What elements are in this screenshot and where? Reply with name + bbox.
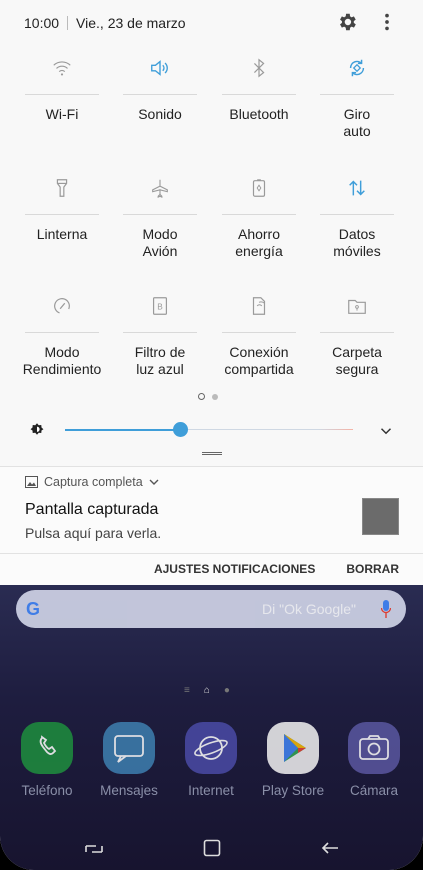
app-label: Play Store (261, 783, 325, 798)
tile-label: Sonido (138, 106, 182, 122)
notification-header: Captura completa (25, 475, 159, 489)
app-label: Teléfono (21, 783, 73, 798)
brightness-track (180, 429, 353, 430)
notification-divider (0, 553, 423, 554)
tile-label: Linterna (36, 226, 88, 242)
app-label: Internet (188, 783, 234, 798)
chevron-down-icon[interactable] (376, 422, 396, 440)
tile-label: Bluetooth (229, 106, 289, 122)
play-store-icon (284, 734, 306, 762)
tile-label: Conexión compartida (224, 344, 294, 377)
brightness-fill (65, 429, 181, 431)
clock: 10:00 (24, 15, 60, 31)
flashlight-icon (56, 179, 68, 197)
internet-icon (194, 736, 228, 760)
page-indicator (198, 393, 218, 400)
menu-page-indicator: ≡ (184, 685, 190, 696)
home-page-indicator: ≡ ⌂ ● (184, 685, 230, 696)
brightness-slider[interactable] (65, 422, 353, 437)
gauge-icon (54, 298, 70, 314)
wifi-icon (53, 61, 71, 76)
tile-label: Modo Avión (142, 226, 178, 259)
secure-folder-icon (348, 299, 366, 314)
page-dot: ● (223, 685, 230, 696)
more-vert-icon[interactable] (376, 11, 398, 33)
battery-icon (252, 179, 266, 197)
notification-settings-button[interactable]: AJUSTES NOTIFICACIONES (154, 562, 315, 576)
clear-button[interactable]: BORRAR (346, 562, 399, 576)
drag-handle[interactable] (202, 452, 222, 455)
tile-divider (25, 332, 99, 333)
tile-label: Datos móviles (333, 226, 381, 259)
recent-apps-icon[interactable] (84, 838, 104, 858)
tile-divider (222, 332, 296, 333)
brightness-thumb[interactable] (173, 422, 189, 437)
tile-label: Filtro de luz azul (134, 344, 186, 377)
tile-label: Carpeta segura (332, 344, 382, 377)
app-internet[interactable] (185, 722, 237, 774)
screenshot-notification[interactable]: Captura completa Pantalla capturada Puls… (0, 466, 423, 586)
tile-divider (222, 214, 296, 215)
home-button-icon[interactable] (202, 838, 222, 858)
tile-label: Modo Rendimiento (22, 344, 102, 377)
tile-divider (25, 214, 99, 215)
tile-divider (123, 214, 197, 215)
brightness-icon (30, 423, 44, 435)
date[interactable]: Vie., 23 de marzo (76, 15, 185, 31)
tile-divider (320, 214, 394, 215)
tile-divider (320, 332, 394, 333)
tile-divider (222, 94, 296, 95)
app-messages[interactable] (103, 722, 155, 774)
notification-title: Pantalla capturada (25, 501, 159, 518)
tile-divider (123, 94, 197, 95)
page-dot-active (198, 393, 205, 400)
status-separator (67, 16, 69, 30)
sound-icon (151, 60, 168, 76)
tile-label: Wi-Fi (45, 106, 79, 122)
app-phone[interactable] (21, 722, 73, 774)
mobile-data-icon (349, 180, 365, 196)
chevron-down-icon[interactable] (149, 478, 159, 486)
notification-app-name: Captura completa (44, 475, 143, 489)
search-placeholder: Di "Ok Google" (262, 601, 356, 617)
svg-text:B: B (157, 303, 163, 312)
blue-light-icon: B (152, 297, 168, 315)
app-camera[interactable] (348, 722, 400, 774)
gear-icon[interactable] (336, 11, 358, 33)
app-play-store[interactable] (267, 722, 319, 774)
home-icon: ⌂ (203, 685, 210, 696)
screenshot-thumbnail[interactable] (362, 498, 399, 535)
bluetooth-icon (253, 58, 265, 78)
tile-divider (25, 94, 99, 95)
airplane-icon (152, 179, 168, 199)
image-icon (25, 476, 38, 488)
mic-icon[interactable] (381, 600, 391, 618)
app-label: Mensajes (100, 783, 158, 798)
status-bar: 10:00 Vie., 23 de marzo (24, 13, 186, 33)
tile-divider (320, 94, 394, 95)
messages-icon (114, 735, 144, 763)
tile-label: Giro auto (343, 106, 371, 139)
tile-divider (123, 332, 197, 333)
page-dot (212, 393, 218, 400)
tile-label: Ahorro energía (235, 226, 283, 259)
phone-icon (39, 735, 57, 755)
notification-actions: AJUSTES NOTIFICACIONES BORRAR (154, 562, 399, 576)
back-icon[interactable] (320, 838, 340, 858)
rotate-icon (349, 59, 365, 77)
app-label: Cámara (349, 783, 398, 798)
hotspot-icon (252, 297, 266, 315)
phone-screen: 10:00 Vie., 23 de marzo Wi-Fi Sonido Bluet… (0, 0, 423, 870)
home-screen: G Di "Ok Google" ≡ ⌂ ● Teléfono Mensajes I… (0, 585, 423, 870)
camera-icon (359, 735, 389, 760)
navigation-bar (0, 832, 423, 862)
google-icon: G (26, 599, 41, 619)
notification-body: Pulsa aquí para verla. (25, 525, 162, 541)
google-search-bar[interactable]: G Di "Ok Google" (16, 590, 406, 628)
